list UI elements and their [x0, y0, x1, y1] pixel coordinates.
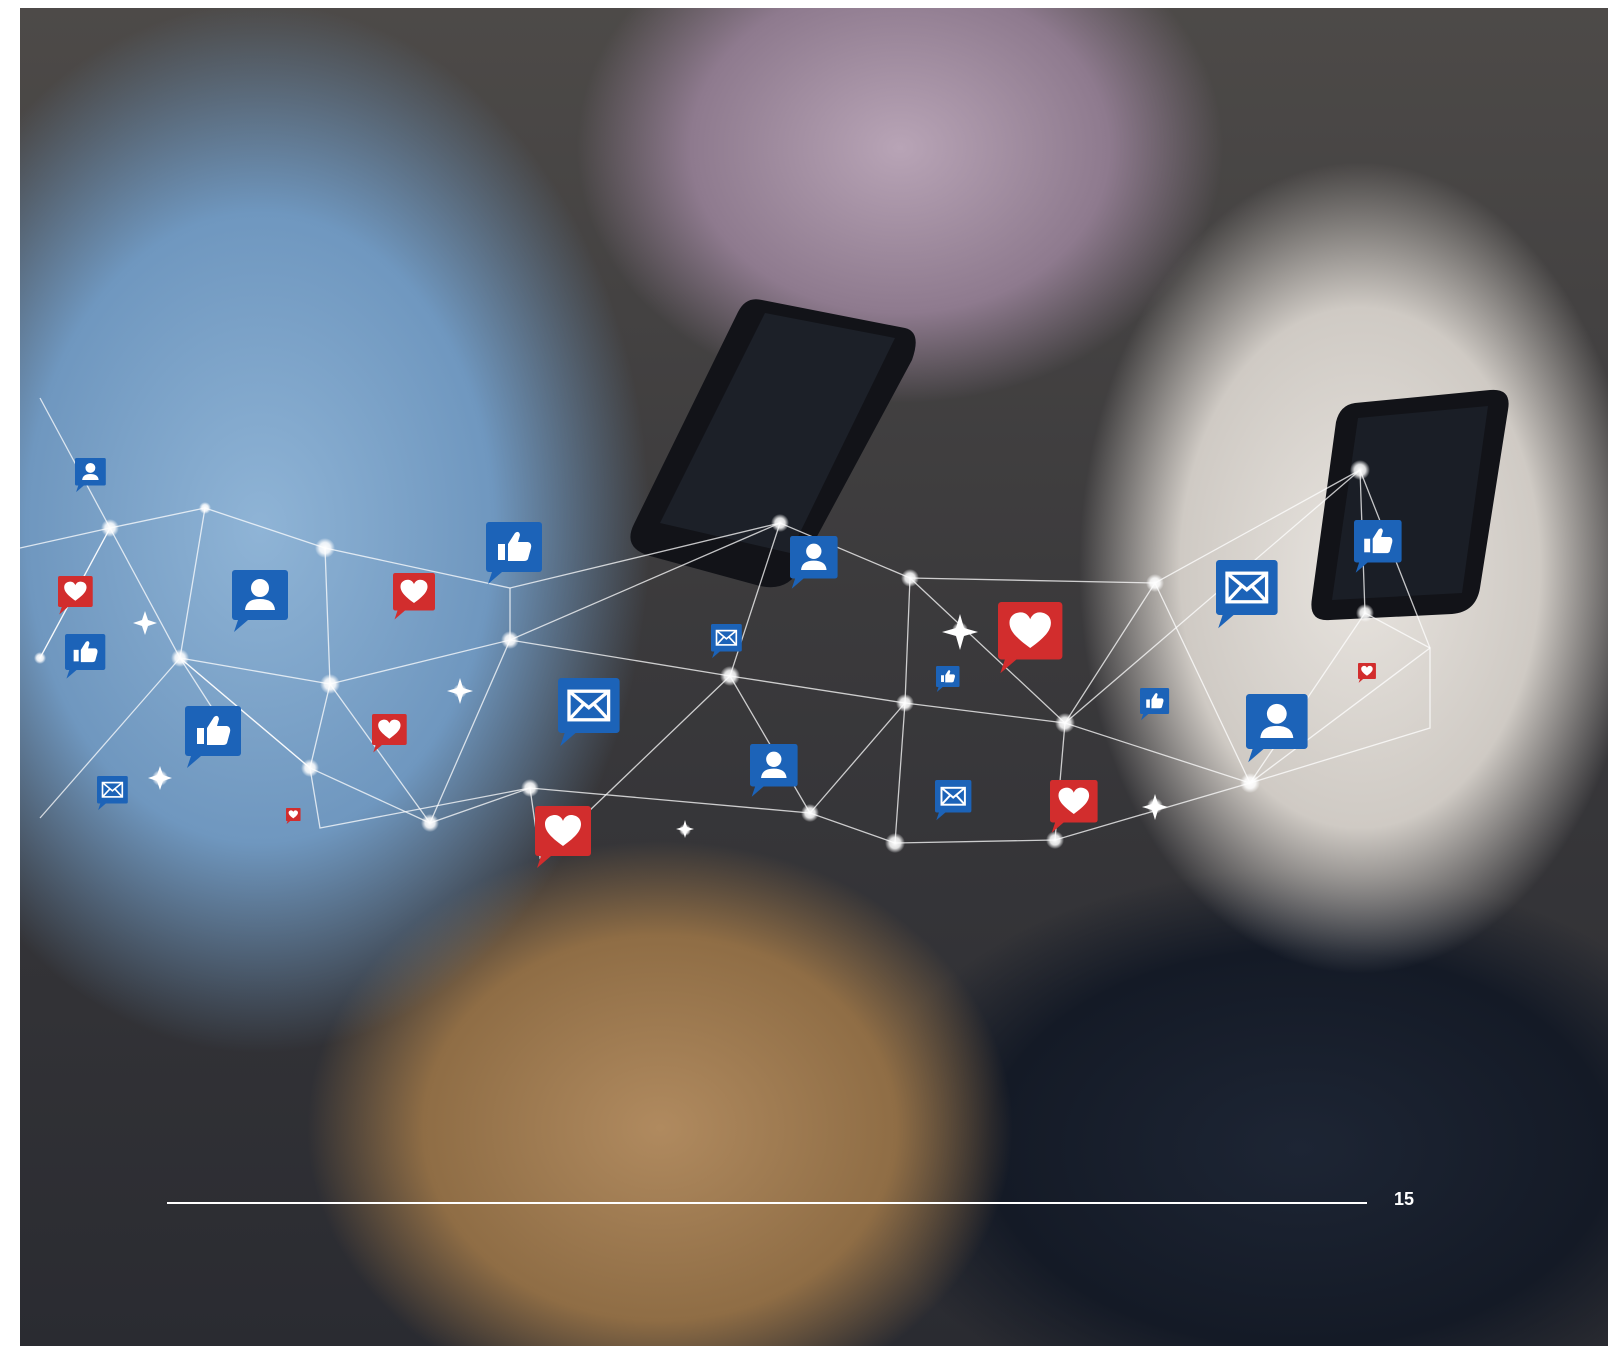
- heart-icon: [393, 573, 435, 620]
- hero-photo-social-media-network: [20, 8, 1608, 1346]
- thumbs-up-icon: [936, 666, 960, 693]
- heart-icon: [998, 602, 1063, 674]
- thumbs-up-icon: [185, 706, 241, 768]
- user-icon: [750, 744, 798, 797]
- heart-icon: [1050, 780, 1098, 833]
- document-page: 15: [0, 0, 1608, 1346]
- user-icon: [790, 536, 838, 589]
- heart-icon: [286, 808, 301, 825]
- page-number: 15: [1394, 1189, 1415, 1209]
- heart-icon: [58, 576, 93, 615]
- user-icon: [1246, 694, 1308, 763]
- mail-icon: [1216, 560, 1278, 629]
- heart-icon: [535, 806, 591, 868]
- heart-icon: [372, 714, 407, 753]
- phone-right: [1311, 389, 1509, 621]
- heart-icon: [1358, 663, 1376, 683]
- user-icon: [232, 570, 288, 632]
- footer-divider-line: [167, 1202, 1367, 1204]
- thumbs-up-icon: [486, 522, 542, 584]
- mail-icon: [558, 678, 620, 747]
- mail-icon: [97, 776, 128, 811]
- user-icon: [75, 458, 106, 493]
- thumbs-up-icon: [1140, 688, 1170, 721]
- mail-icon: [935, 780, 972, 821]
- thumbs-up-icon: [65, 634, 106, 679]
- photo-illustration: [20, 299, 1509, 868]
